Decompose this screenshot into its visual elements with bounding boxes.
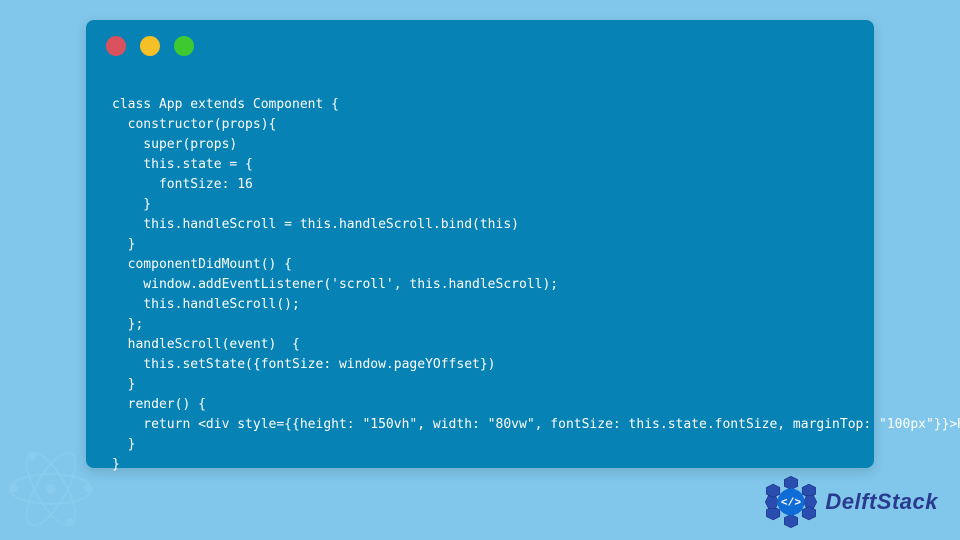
close-icon [106, 36, 126, 56]
code-window: class App extends Component { constructo… [86, 20, 874, 468]
traffic-lights [106, 36, 194, 56]
zoom-icon [174, 36, 194, 56]
minimize-icon [140, 36, 160, 56]
atom-watermark-icon [6, 446, 96, 532]
brand: </> DelftStack [763, 474, 938, 530]
brand-name: DelftStack [825, 489, 938, 515]
code-block: class App extends Component { constructo… [112, 95, 854, 435]
svg-text:</>: </> [781, 497, 801, 509]
brand-logo-icon: </> [763, 474, 819, 530]
